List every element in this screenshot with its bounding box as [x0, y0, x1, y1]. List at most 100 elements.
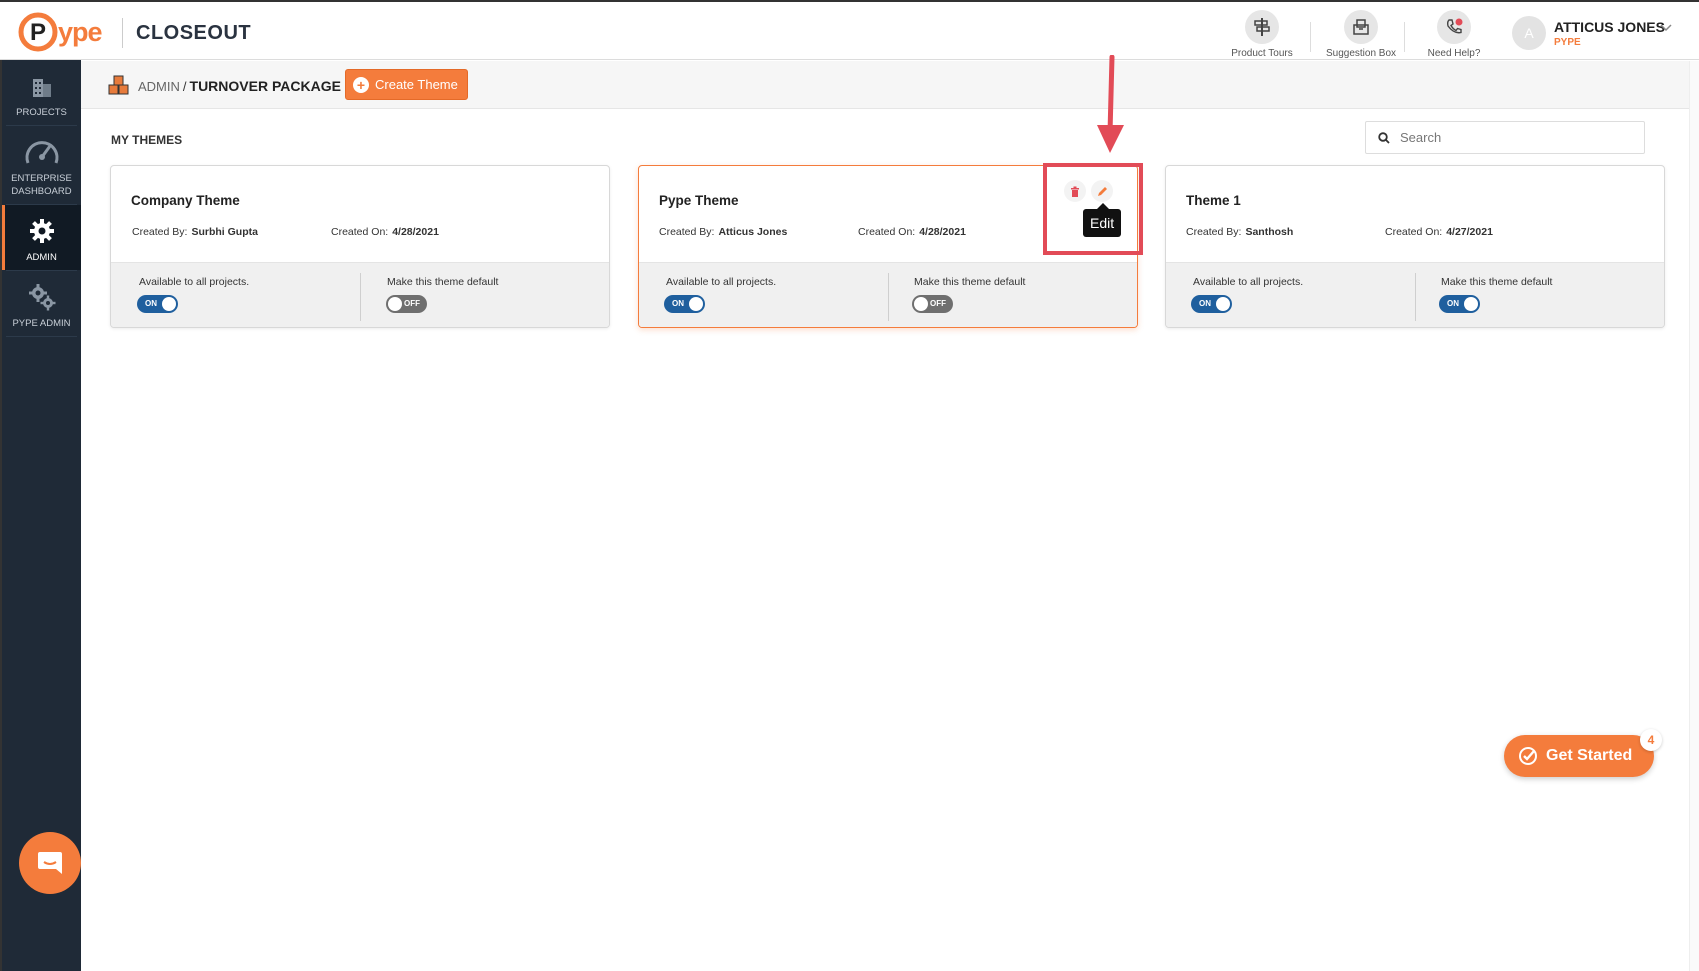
- created-on-label: Created On:: [331, 226, 389, 238]
- plus-icon: +: [353, 76, 369, 93]
- breadcrumb-separator: /: [182, 79, 187, 94]
- gear-icon: [22, 213, 62, 249]
- page-subheader: ADMIN / TURNOVER PACKAGE + Create Theme: [81, 61, 1699, 109]
- get-started-label: Get Started: [1546, 747, 1633, 764]
- create-theme-label: Create Theme: [375, 77, 458, 92]
- created-on-value: 4/27/2021: [1446, 226, 1493, 238]
- avatar: A: [1512, 16, 1546, 50]
- toggle-state: ON: [145, 299, 157, 308]
- create-theme-button[interactable]: + Create Theme: [345, 69, 468, 100]
- annotation-highlight-box: [1043, 163, 1143, 255]
- toggle-state: OFF: [930, 299, 946, 308]
- created-on-label: Created On:: [1385, 226, 1443, 238]
- suggestion-box-icon: [1344, 10, 1378, 44]
- created-on: Created On: 4/27/2021: [1385, 226, 1493, 238]
- sidebar-item-enterprise-dashboard[interactable]: ENTERPRISE DASHBOARD: [2, 126, 81, 204]
- theme-card[interactable]: Theme 1 Created By: Santhosh Created On: 4…: [1165, 165, 1665, 328]
- available-label: Available to all projects.: [666, 276, 777, 288]
- toggle-state: OFF: [404, 299, 420, 308]
- chat-icon: [38, 852, 62, 874]
- default-label: Make this theme default: [387, 276, 499, 288]
- available-toggle[interactable]: ON: [1191, 295, 1232, 313]
- toggle-state: ON: [1199, 299, 1211, 308]
- logo-divider: [122, 18, 123, 48]
- header-divider: [1310, 22, 1311, 52]
- building-icon: [22, 68, 62, 104]
- available-toggle[interactable]: ON: [664, 295, 705, 313]
- created-by: Created By: Santhosh: [1186, 226, 1293, 238]
- sidebar-item-label: PROJECTS: [16, 107, 67, 118]
- get-started-button[interactable]: Get Started: [1504, 735, 1654, 777]
- default-toggle[interactable]: OFF: [386, 295, 427, 313]
- chevron-down-icon[interactable]: [1660, 24, 1672, 32]
- suggestion-box-button[interactable]: Suggestion Box: [1316, 10, 1406, 59]
- theme-name: Theme 1: [1186, 193, 1241, 208]
- pype-logo-icon: P: [18, 12, 58, 52]
- option-divider: [1415, 273, 1416, 321]
- option-divider: [888, 273, 889, 321]
- default-toggle[interactable]: OFF: [912, 295, 953, 313]
- created-on: Created On: 4/28/2021: [331, 226, 439, 238]
- created-by: Created By: Atticus Jones: [659, 226, 787, 238]
- theme-card[interactable]: Company Theme Created By: Surbhi Gupta Cr…: [110, 165, 610, 328]
- created-by-label: Created By:: [132, 226, 188, 238]
- sidebar-item-label: PYPE ADMIN: [12, 318, 71, 329]
- created-on-label: Created On:: [858, 226, 916, 238]
- default-label: Make this theme default: [914, 276, 1026, 288]
- search-icon: [1378, 131, 1390, 144]
- created-by-value: Atticus Jones: [718, 226, 788, 238]
- product-tours-label: Product Tours: [1231, 48, 1293, 59]
- pype-logo[interactable]: P ype: [18, 10, 103, 54]
- annotation-arrow-icon: [1097, 55, 1124, 153]
- user-org: PYPE: [1554, 36, 1581, 48]
- created-by-label: Created By:: [1186, 226, 1242, 238]
- available-label: Available to all projects.: [1193, 276, 1304, 288]
- svg-text:P: P: [30, 19, 46, 46]
- created-by-label: Created By:: [659, 226, 715, 238]
- toggle-state: ON: [1447, 299, 1459, 308]
- sidebar-item-projects[interactable]: PROJECTS: [2, 60, 81, 125]
- available-toggle[interactable]: ON: [137, 295, 178, 313]
- available-label: Available to all projects.: [139, 276, 250, 288]
- check-circle-icon: [1518, 746, 1538, 766]
- signpost-icon: [1245, 10, 1279, 44]
- boxes-icon: [108, 75, 129, 95]
- search-box[interactable]: [1365, 121, 1645, 154]
- search-input[interactable]: [1400, 130, 1620, 145]
- created-on-value: 4/28/2021: [392, 226, 439, 238]
- need-help-button[interactable]: Need Help?: [1409, 10, 1499, 59]
- user-menu[interactable]: A ATTICUS JONES PYPE: [1512, 16, 1665, 50]
- sidebar-item-admin[interactable]: ADMIN: [2, 205, 81, 270]
- created-on-value: 4/28/2021: [919, 226, 966, 238]
- top-header: P ype CLOSEOUT Product Tours Suggestion …: [0, 0, 1699, 60]
- breadcrumb-admin[interactable]: ADMIN: [138, 79, 180, 94]
- header-divider: [1404, 22, 1405, 52]
- sidebar-item-label: ENTERPRISE DASHBOARD: [11, 173, 72, 197]
- sidebar-divider: [6, 336, 77, 337]
- breadcrumb: ADMIN / TURNOVER PACKAGE: [138, 78, 341, 94]
- section-title: MY THEMES: [111, 133, 183, 147]
- logo-text: ype: [58, 16, 103, 47]
- user-name: ATTICUS JONES: [1554, 18, 1665, 35]
- default-label: Make this theme default: [1441, 276, 1553, 288]
- theme-name: Company Theme: [131, 193, 240, 208]
- page-scrollbar[interactable]: [1689, 61, 1699, 971]
- sidebar-item-label: ADMIN: [26, 252, 57, 263]
- toggle-state: ON: [672, 299, 684, 308]
- created-on: Created On: 4/28/2021: [858, 226, 966, 238]
- created-by-value: Surbhi Gupta: [191, 226, 258, 238]
- get-started-badge: 4: [1640, 729, 1662, 751]
- suggestion-box-label: Suggestion Box: [1325, 48, 1397, 59]
- created-by-value: Santhosh: [1245, 226, 1294, 238]
- default-toggle[interactable]: ON: [1439, 295, 1480, 313]
- breadcrumb-current: TURNOVER PACKAGE: [189, 78, 341, 94]
- created-by: Created By: Surbhi Gupta: [132, 226, 258, 238]
- product-tours-button[interactable]: Product Tours: [1217, 10, 1307, 59]
- theme-name: Pype Theme: [659, 193, 739, 208]
- gears-icon: [22, 279, 62, 315]
- need-help-label: Need Help?: [1427, 48, 1481, 59]
- chat-launcher-button[interactable]: [19, 832, 81, 894]
- option-divider: [360, 273, 361, 321]
- speedometer-icon: [22, 134, 62, 170]
- sidebar-item-pype-admin[interactable]: PYPE ADMIN: [2, 271, 81, 336]
